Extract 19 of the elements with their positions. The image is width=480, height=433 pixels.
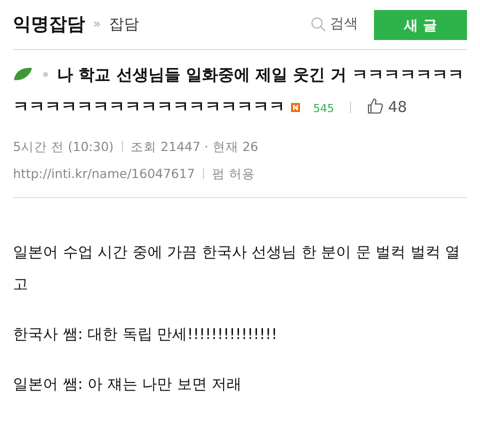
leaf-icon [13,67,33,81]
comment-count: 545 [313,102,334,115]
post-title: ㅋㅋㅋㅋㅋㅋㅋㅋㅋㅋㅋㅋㅋㅋㅋㅋㅋ [13,97,285,116]
post-paragraph: 일본어 쌤: 아 쟤는 나만 보면 저래 [13,374,243,395]
share-permission: 펌 허용 [212,166,255,181]
thumbs-up-icon [367,98,384,114]
post-paragraph: 일본어 수업 시간 중에 가끔 한국사 선생님 한 분이 문 벌컥 벌컥 열고 [13,242,462,295]
search-link[interactable]: 검색 [311,14,358,35]
search-icon [311,17,326,32]
post-url[interactable]: http://inti.kr/name/16047617 [13,166,195,181]
board-title[interactable]: 익명잡담 [13,11,85,38]
post-paragraph: 한국사 쌤: 대한 독립 만세!!!!!!!!!!!!!!! [13,324,278,345]
breadcrumb-separator: » [93,16,101,34]
category-link[interactable]: 잡담 [108,13,139,36]
bullet-icon [42,72,48,77]
like-button[interactable]: 48 [367,98,408,116]
post-title: 나 학교 선생님들 일화중에 제일 웃긴 거 ㅋㅋㅋㅋㅋㅋㅋ [57,65,464,84]
post-time: 5시간 전 (10:30) [13,139,114,154]
view-count: 조회 21447 · 현재 26 [130,139,258,154]
